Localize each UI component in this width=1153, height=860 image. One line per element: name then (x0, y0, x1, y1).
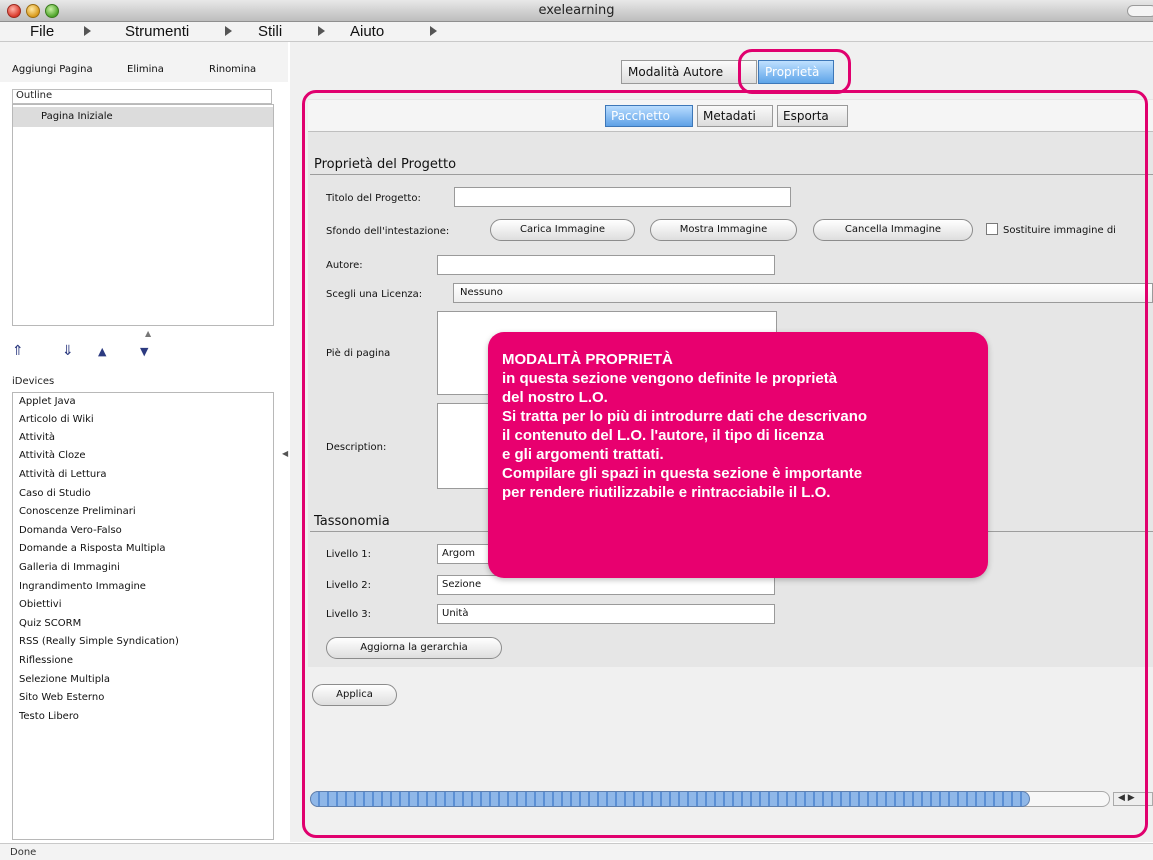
menu-strumenti-arrow-icon (225, 26, 232, 36)
idevices-list: Applet Java Articolo di Wiki Attività At… (12, 392, 274, 840)
outline-tree: Pagina Iniziale (12, 104, 274, 326)
idevice-item[interactable]: Quiz SCORM (19, 618, 81, 629)
idevice-item[interactable]: Articolo di Wiki (19, 414, 94, 425)
callout-title: MODALITÀ PROPRIETÀ (502, 351, 673, 368)
move-up-icon[interactable]: ▲ (98, 345, 106, 358)
status-text: Done (10, 847, 37, 858)
add-page-button[interactable]: Aggiungi Pagina (12, 64, 93, 75)
idevice-item[interactable]: RSS (Really Simple Syndication) (19, 636, 179, 647)
demote-icon[interactable]: ⇓ (62, 343, 74, 359)
move-down-icon[interactable]: ▼ (140, 345, 148, 358)
idevice-item[interactable]: Attività di Lettura (19, 469, 106, 480)
callout-line: del nostro L.O. (502, 389, 608, 406)
idevice-item[interactable]: Attività Cloze (19, 450, 86, 461)
idevice-item[interactable]: Sito Web Esterno (19, 692, 104, 703)
idevice-item[interactable]: Testo Libero (19, 711, 79, 722)
callout-line: il contenuto del L.O. l'autore, il tipo … (502, 427, 824, 444)
idevices-label: iDevices (12, 376, 55, 387)
callout-line: in questa sezione vengono definite le pr… (502, 370, 838, 387)
menu-stili-arrow-icon (318, 26, 325, 36)
properties-tab-highlight (738, 49, 851, 94)
idevice-item[interactable]: Conoscenze Preliminari (19, 506, 136, 517)
outline-header: Outline (12, 89, 272, 104)
outline-toolbar: Aggiungi Pagina Elimina Rinomina (0, 42, 288, 82)
menu-aiuto[interactable]: Aiuto (350, 23, 384, 40)
window-title: exelearning (538, 3, 615, 18)
menu-aiuto-arrow-icon (430, 26, 437, 36)
menu-stili[interactable]: Stili (258, 23, 282, 40)
title-bar: exelearning (0, 0, 1153, 22)
callout-line: e gli argomenti trattati. (502, 446, 664, 463)
outline-item-pagina-iniziale[interactable]: Pagina Iniziale (13, 107, 273, 127)
promote-icon[interactable]: ⇑ (12, 343, 24, 359)
delete-page-button[interactable]: Elimina (127, 64, 164, 75)
idevice-item[interactable]: Obiettivi (19, 599, 61, 610)
menu-file[interactable]: File (30, 23, 54, 40)
menu-bar: File Strumenti Stili Aiuto (0, 22, 1153, 42)
properties-callout: MODALITÀ PROPRIETÀ in questa sezione ven… (488, 332, 988, 578)
idevice-item[interactable]: Caso di Studio (19, 488, 91, 499)
idevice-item[interactable]: Riflessione (19, 655, 73, 666)
idevice-item[interactable]: Domanda Vero-Falso (19, 525, 122, 536)
rename-page-button[interactable]: Rinomina (209, 64, 256, 75)
menu-strumenti[interactable]: Strumenti (125, 23, 189, 40)
collapse-sidebar-icon[interactable]: ◀ (282, 449, 288, 458)
idevice-item[interactable]: Galleria di Immagini (19, 562, 120, 573)
tab-authoring-mode[interactable]: Modalità Autore (621, 60, 757, 84)
callout-line: Si tratta per lo più di introdurre dati … (502, 408, 868, 425)
callout-line: Compilare gli spazi in questa sezione è … (502, 465, 863, 482)
callout-line: per rendere riutilizzabile e rintracciab… (502, 484, 831, 501)
splitter-handle[interactable]: ▲ (145, 329, 151, 338)
idevice-item[interactable]: Selezione Multipla (19, 674, 110, 685)
menu-file-arrow-icon (84, 26, 91, 36)
idevice-item[interactable]: Applet Java (19, 396, 76, 407)
idevice-item[interactable]: Attività (19, 432, 55, 443)
status-bar: Done (0, 843, 1153, 860)
outline-move-controls: ⇑ ⇓ ▲ ▼ (12, 343, 212, 363)
idevice-item[interactable]: Domande a Risposta Multipla (19, 543, 166, 554)
idevice-item[interactable]: Ingrandimento Immagine (19, 581, 146, 592)
toolbar-toggle-button[interactable] (1127, 5, 1153, 17)
